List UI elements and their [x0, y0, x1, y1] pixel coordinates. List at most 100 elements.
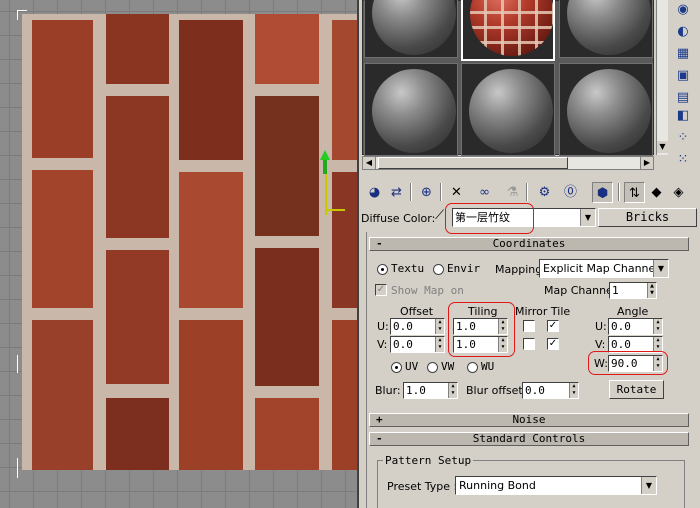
spinner-icon[interactable]: ▲ ▼ [653, 319, 662, 334]
toolbar-separator [440, 183, 442, 201]
blur-field[interactable]: 1.0 ▲ ▼ [403, 382, 458, 399]
blur-offset-value: 0.0 [525, 384, 545, 397]
brick [179, 172, 243, 308]
go-forward-to-sibling-icon[interactable]: ◆ [646, 182, 667, 203]
scroll-left-arrow[interactable]: ◀ [363, 157, 376, 169]
offset-u-field[interactable]: 0.0 ▲ ▼ [390, 318, 445, 335]
material-toolbar: ◕ ⇄ ⊕ ✕ ∞ ⚗ ⚙ ⓪ ⬢ ⇅ ◆ ◈ [362, 180, 698, 206]
show-map-in-viewport-icon[interactable]: ⓪ [560, 182, 581, 203]
make-unique-icon[interactable]: ∞ [474, 182, 495, 203]
tile-u-checkbox[interactable]: ✓ [547, 320, 559, 332]
environ-radio[interactable] [433, 264, 444, 275]
coordinates-rollout-header[interactable]: - Coordinates [369, 237, 689, 251]
callout-tiling [448, 302, 515, 357]
show-map-on-label: Show Map on [391, 284, 464, 297]
brick [106, 398, 169, 470]
brick [106, 96, 169, 238]
offset-v-value: 0.0 [393, 338, 413, 351]
sample-sphere [372, 0, 456, 55]
pick-material-icon[interactable]: ⟋ [435, 208, 444, 223]
spinner-icon[interactable]: ▲ ▼ [647, 283, 656, 298]
rotate-button[interactable]: Rotate [609, 380, 664, 399]
callout-material-name [445, 203, 534, 234]
show-map-on-checkbox[interactable]: ✓ [375, 284, 387, 296]
sample-type-icon[interactable]: ◉ [673, 0, 693, 20]
chevron-down-icon[interactable]: ▼ [580, 209, 595, 226]
vw-label: VW [441, 360, 455, 373]
blur-offset-label: Blur offset: [466, 384, 527, 397]
put-to-scene-icon[interactable]: ⇄ [386, 182, 407, 203]
viewport[interactable] [0, 0, 357, 508]
sample-slots [362, 0, 654, 156]
get-material-icon[interactable]: ◕ [364, 182, 385, 203]
brick [332, 320, 357, 470]
go-to-parent-icon[interactable]: ⇅ [624, 182, 645, 203]
selection-bracket [17, 355, 18, 373]
sample-slot[interactable] [364, 63, 458, 156]
brick [32, 170, 93, 308]
reset-map-icon[interactable]: ✕ [446, 182, 467, 203]
rollout-title: Noise [512, 413, 546, 426]
sample-vertical-scrollbar[interactable]: ▼ [656, 0, 668, 155]
spinner-icon[interactable]: ▲ ▼ [435, 319, 444, 334]
uv-tiling-icon[interactable]: ▣ [673, 66, 693, 86]
brick-textured-plane[interactable] [22, 14, 357, 470]
preview-icon[interactable]: ◧ [673, 106, 693, 126]
mapping-dropdown[interactable]: Explicit Map Channel ▼ [539, 259, 669, 278]
offset-v-field[interactable]: 0.0 ▲ ▼ [390, 336, 445, 353]
vw-radio[interactable] [427, 362, 438, 373]
sample-slot[interactable] [559, 63, 653, 156]
transform-gizmo-y-arrow[interactable] [320, 150, 330, 174]
assign-to-selection-icon[interactable]: ⊕ [416, 182, 437, 203]
map-channel-field[interactable]: 1 ▲ ▼ [609, 282, 657, 299]
chevron-down-icon[interactable]: ▼ [641, 477, 656, 494]
spinner-icon[interactable]: ▲ ▼ [569, 383, 578, 398]
chevron-down-icon[interactable]: ▼ [653, 260, 668, 277]
blur-offset-field[interactable]: 0.0 ▲ ▼ [522, 382, 579, 399]
mirror-u-checkbox[interactable] [523, 320, 535, 332]
navigator-icon[interactable]: ◈ [668, 182, 689, 203]
angle-v-label: V: [595, 338, 606, 351]
backlight-icon[interactable]: ◐ [673, 22, 693, 42]
sample-slot[interactable] [364, 0, 458, 58]
spinner-icon[interactable]: ▲ ▼ [653, 337, 662, 352]
show-end-result-icon[interactable]: ⬢ [592, 182, 613, 203]
wu-radio[interactable] [467, 362, 478, 373]
transform-gizmo-x-axis [325, 209, 345, 211]
mapping-value: Explicit Map Channel [543, 262, 659, 275]
preset-type-value: Running Bond [459, 479, 536, 492]
toolbar-separator [526, 183, 528, 201]
mirror-v-checkbox[interactable] [523, 338, 535, 350]
blur-value: 1.0 [406, 384, 426, 397]
scroll-thumb[interactable] [378, 157, 568, 169]
standard-controls-rollout-header[interactable]: - Standard Controls [369, 432, 689, 446]
map-type-button[interactable]: Bricks [598, 208, 697, 227]
options-icon[interactable]: ⁘ [673, 128, 693, 148]
brick [32, 20, 93, 158]
texture-radio[interactable] [377, 264, 388, 275]
material-effects-channel-icon[interactable]: ⚙ [534, 182, 555, 203]
spinner-icon[interactable]: ▲ ▼ [448, 383, 457, 398]
uv-radio[interactable] [391, 362, 402, 373]
tile-v-checkbox[interactable]: ✓ [547, 338, 559, 350]
sample-slot[interactable] [559, 0, 653, 58]
video-check-icon[interactable]: ▤ [673, 88, 693, 108]
sample-slot-active[interactable] [461, 0, 555, 61]
noise-rollout-header[interactable]: + Noise [369, 413, 689, 427]
select-by-material-icon[interactable]: ⁙ [673, 150, 693, 170]
spinner-icon[interactable]: ▲ ▼ [435, 337, 444, 352]
scroll-down-arrow[interactable]: ▼ [657, 141, 668, 153]
uv-label: UV [405, 360, 419, 373]
scroll-right-arrow[interactable]: ▶ [640, 157, 653, 169]
put-to-library-icon[interactable]: ⚗ [502, 182, 523, 203]
toolbar-separator [410, 183, 412, 201]
background-icon[interactable]: ▦ [673, 44, 693, 64]
wu-label: WU [481, 360, 495, 373]
preset-type-dropdown[interactable]: Running Bond ▼ [455, 476, 657, 495]
sample-horizontal-scrollbar[interactable]: ◀ ▶ [362, 156, 654, 170]
sample-slot[interactable] [461, 63, 555, 156]
preset-type-label: Preset Type : [387, 480, 458, 493]
sample-sphere [469, 69, 553, 153]
material-editor-panel: ▼ ◀ ▶ ◉ ◐ ▦ ▣ ▤ ◧ ⁘ ⁙ ◕ ⇄ ⊕ ✕ ∞ ⚗ ⚙ ⓪ ⬢ … [357, 0, 700, 508]
angle-u-field[interactable]: 0.0 ▲ ▼ [608, 318, 663, 335]
